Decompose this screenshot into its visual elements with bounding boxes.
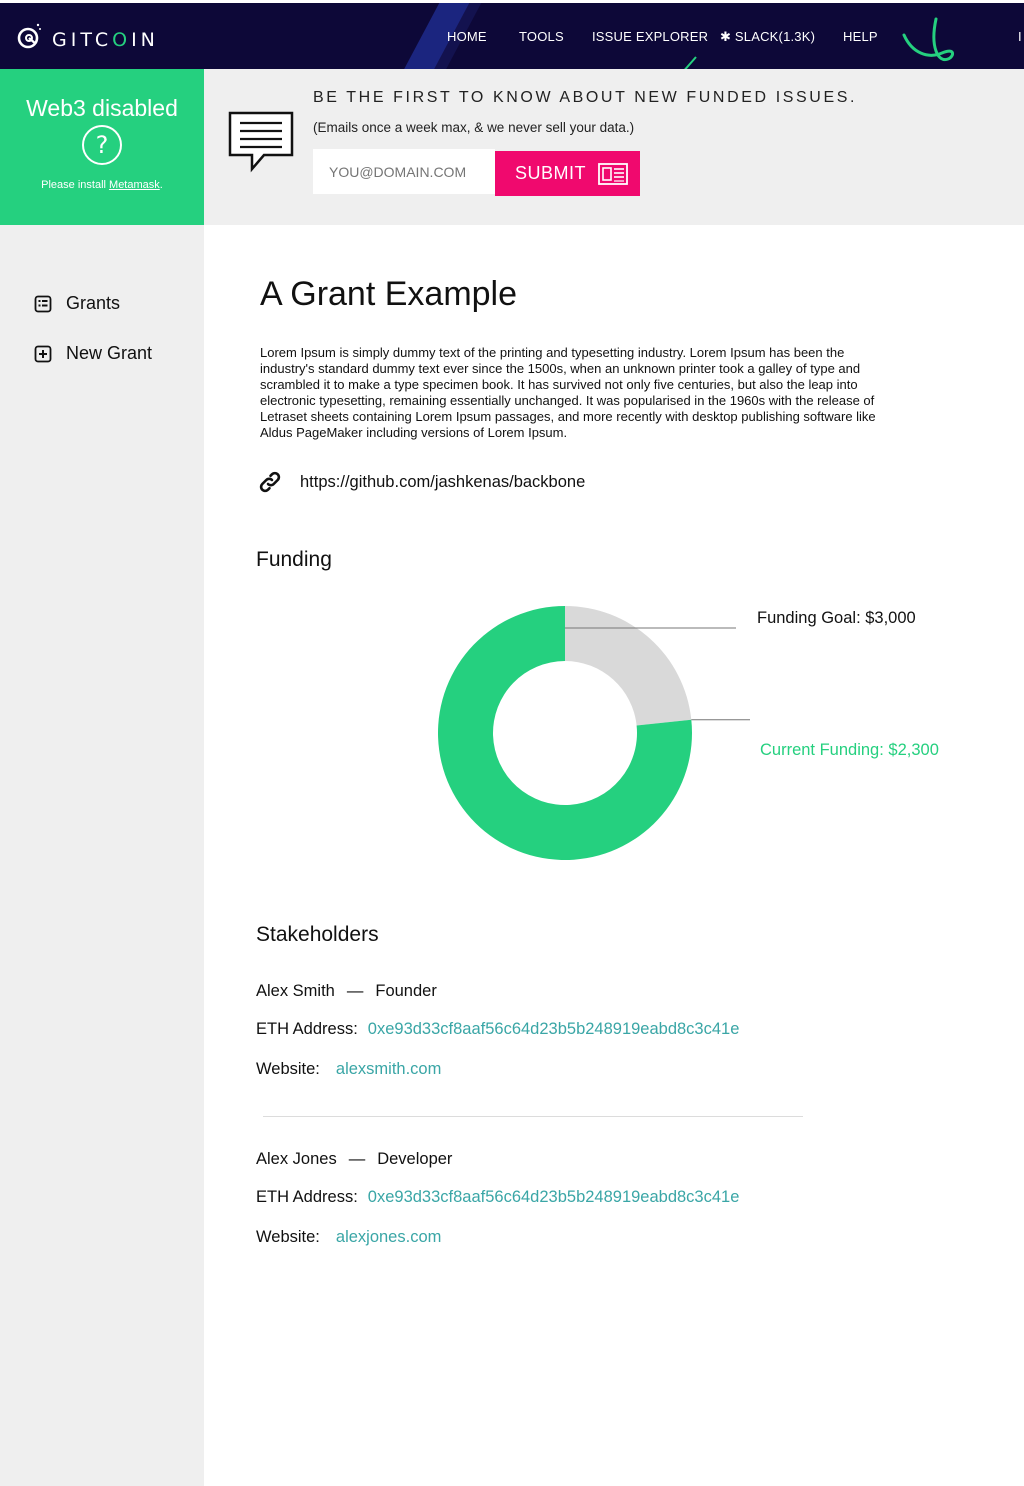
link-icon [259,471,281,493]
eth-address-label: ETH Address: [256,1020,358,1038]
stakeholders-heading: Stakeholders [256,923,379,946]
sidebar-item-label: Grants [66,293,121,313]
repo-url[interactable]: https://github.com/jashkenas/backbone [300,473,585,492]
stakeholder-name-row: Alex Smith — Founder [256,982,437,1001]
newspaper-icon [598,162,628,185]
grant-description: Lorem Ipsum is simply dummy text of the … [260,345,876,440]
funding-goal-label: Funding Goal: $3,000 [757,609,916,627]
eth-address-link[interactable]: 0xe93d33cf8aaf56c64d23b5b248919eabd8c3c4… [368,1188,740,1207]
donut-slice-remaining [565,606,692,726]
website-label: Website: [256,1060,320,1078]
list-icon [34,295,52,312]
stakeholder-name-row: Alex Jones — Developer [256,1150,452,1169]
stakeholder-website-row: Website: alexsmith.com [256,1060,441,1079]
nav-tools[interactable]: TOOLS [519,29,564,44]
gitcoin-logo[interactable]: GITCOIN [16,21,159,51]
funding-donut-chart [438,606,750,860]
website-link[interactable]: alexsmith.com [336,1060,441,1079]
stakeholder-name: Alex Smith [256,982,335,1000]
nav-slack-label: SLACK(1.3K) [734,29,816,44]
stakeholder-role: Founder [375,982,437,1000]
website-link[interactable]: alexjones.com [336,1228,441,1247]
eth-address-label: ETH Address: [256,1188,358,1206]
nav-issue-explorer[interactable]: ISSUE EXPLORER [592,29,708,44]
submit-button-label: SUBMIT [515,163,587,183]
stakeholder-divider [263,1116,803,1117]
current-funding-label: Current Funding: $2,300 [760,741,939,759]
install-suffix: . [159,179,163,191]
header-slash-decoration [684,56,697,69]
stakeholder-eth-row: ETH Address: 0xe93d33cf8aaf56c64d23b5b24… [256,1020,739,1039]
install-prefix: Please install [41,179,110,191]
plus-square-icon [34,345,52,362]
newsletter-subheading: (Emails once a week max, & we never sell… [313,120,635,135]
email-input[interactable] [313,149,495,194]
name-role-separator: — [348,1150,366,1168]
funding-heading: Funding [256,548,332,571]
sidebar: Grants New Grant [0,225,204,1486]
stakeholder-name: Alex Jones [256,1150,337,1168]
install-metamask-text: Please install Metamask. [0,179,204,191]
sidebar-item-new-grant[interactable]: New Grant [34,343,152,364]
top-navigation-bar: GITCOIN HOME TOOLS ISSUE EXPLORER ✱ SLAC… [0,0,1024,69]
repo-link-row[interactable]: https://github.com/jashkenas/backbone [258,470,585,494]
web3-status-title: Web3 disabled [26,95,178,121]
gitcoin-wordmark: GITCOIN [52,29,159,51]
nav-overflow[interactable]: I [1018,29,1022,44]
nav-help[interactable]: HELP [843,29,878,44]
submit-button[interactable]: SUBMIT [495,151,640,196]
newsletter-signup: BE THE FIRST TO KNOW ABOUT NEW FUNDED IS… [204,69,1024,225]
stakeholder-eth-row: ETH Address: 0xe93d33cf8aaf56c64d23b5b24… [256,1188,739,1207]
newsletter-heading: BE THE FIRST TO KNOW ABOUT NEW FUNDED IS… [313,89,858,106]
stakeholder-website-row: Website: alexjones.com [256,1228,441,1247]
header-squiggle-decoration [902,17,954,62]
sidebar-item-grants[interactable]: Grants [34,293,120,314]
website-label: Website: [256,1228,320,1246]
chat-bubble-icon [228,111,294,173]
grant-title: A Grant Example [260,275,518,313]
slack-icon: ✱ [720,29,732,44]
nav-slack[interactable]: ✱ SLACK(1.3K) [720,29,815,45]
nav-home[interactable]: HOME [447,29,487,44]
gitcoin-logo-icon [17,23,41,49]
name-role-separator: — [346,982,364,1000]
eth-address-link[interactable]: 0xe93d33cf8aaf56c64d23b5b248919eabd8c3c4… [368,1020,740,1039]
web3-status-panel: Web3 disabled ? Please install Metamask. [0,69,204,225]
sidebar-item-label: New Grant [66,343,153,363]
stakeholder-role: Developer [377,1150,453,1168]
question-icon[interactable]: ? [82,125,122,165]
metamask-link[interactable]: Metamask [109,179,160,191]
